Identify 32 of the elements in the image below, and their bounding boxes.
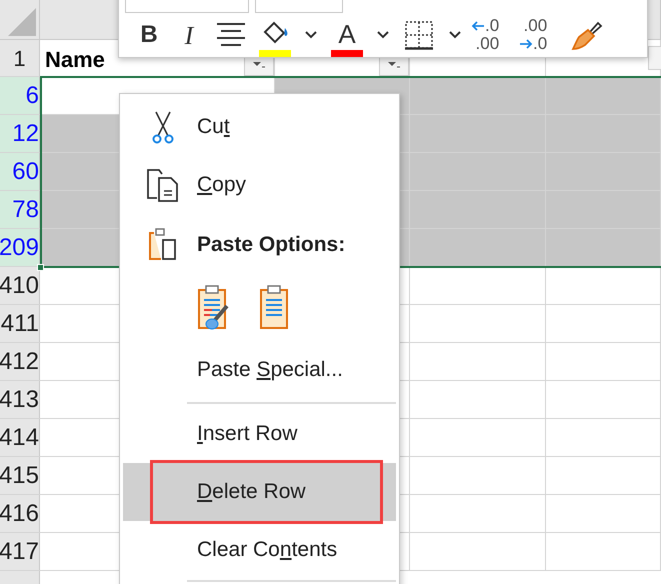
- chevron-icon[interactable]: [376, 30, 390, 40]
- dropdown-arrow-icon: [252, 61, 266, 69]
- font-color-button[interactable]: A: [327, 13, 367, 57]
- italic-button[interactable]: I: [171, 15, 207, 55]
- chevron-icon[interactable]: [448, 30, 462, 40]
- fill-handle[interactable]: [37, 264, 44, 271]
- row-header[interactable]: 209: [0, 229, 40, 266]
- row-header[interactable]: 12: [0, 115, 40, 152]
- paste-formatting-icon[interactable]: [197, 284, 231, 330]
- row-header[interactable]: 411: [0, 305, 40, 342]
- row-header[interactable]: 78: [0, 191, 40, 228]
- dropdown-arrow-icon: [387, 61, 401, 69]
- row-header[interactable]: 60: [0, 153, 40, 190]
- paste-options-heading: Paste Options:: [197, 232, 346, 258]
- increase-decimal-button[interactable]: .00 .0: [519, 13, 563, 57]
- menu-item[interactable]: Paste Special...: [123, 338, 396, 401]
- menu-item[interactable]: Clear Contents: [123, 521, 396, 579]
- menu-item[interactable]: Cut: [123, 98, 396, 156]
- clipboard-icon: [148, 228, 178, 262]
- copy-icon: [146, 168, 180, 202]
- menu-item[interactable]: Insert Row: [123, 405, 396, 463]
- column-title: Name: [44, 47, 105, 73]
- row-header[interactable]: 6: [0, 77, 40, 114]
- chevron-icon[interactable]: [304, 30, 318, 40]
- menu-item[interactable]: Copy: [123, 156, 396, 214]
- right-arrow-icon: [519, 39, 533, 49]
- menu-item[interactable]: Delete Row: [123, 463, 396, 521]
- row-header[interactable]: 1: [0, 40, 40, 76]
- bold-button[interactable]: B: [131, 15, 167, 55]
- left-arrow-icon: [471, 21, 485, 31]
- scissors-icon: [150, 110, 176, 144]
- decrease-decimal-button[interactable]: .0 .00: [471, 13, 515, 57]
